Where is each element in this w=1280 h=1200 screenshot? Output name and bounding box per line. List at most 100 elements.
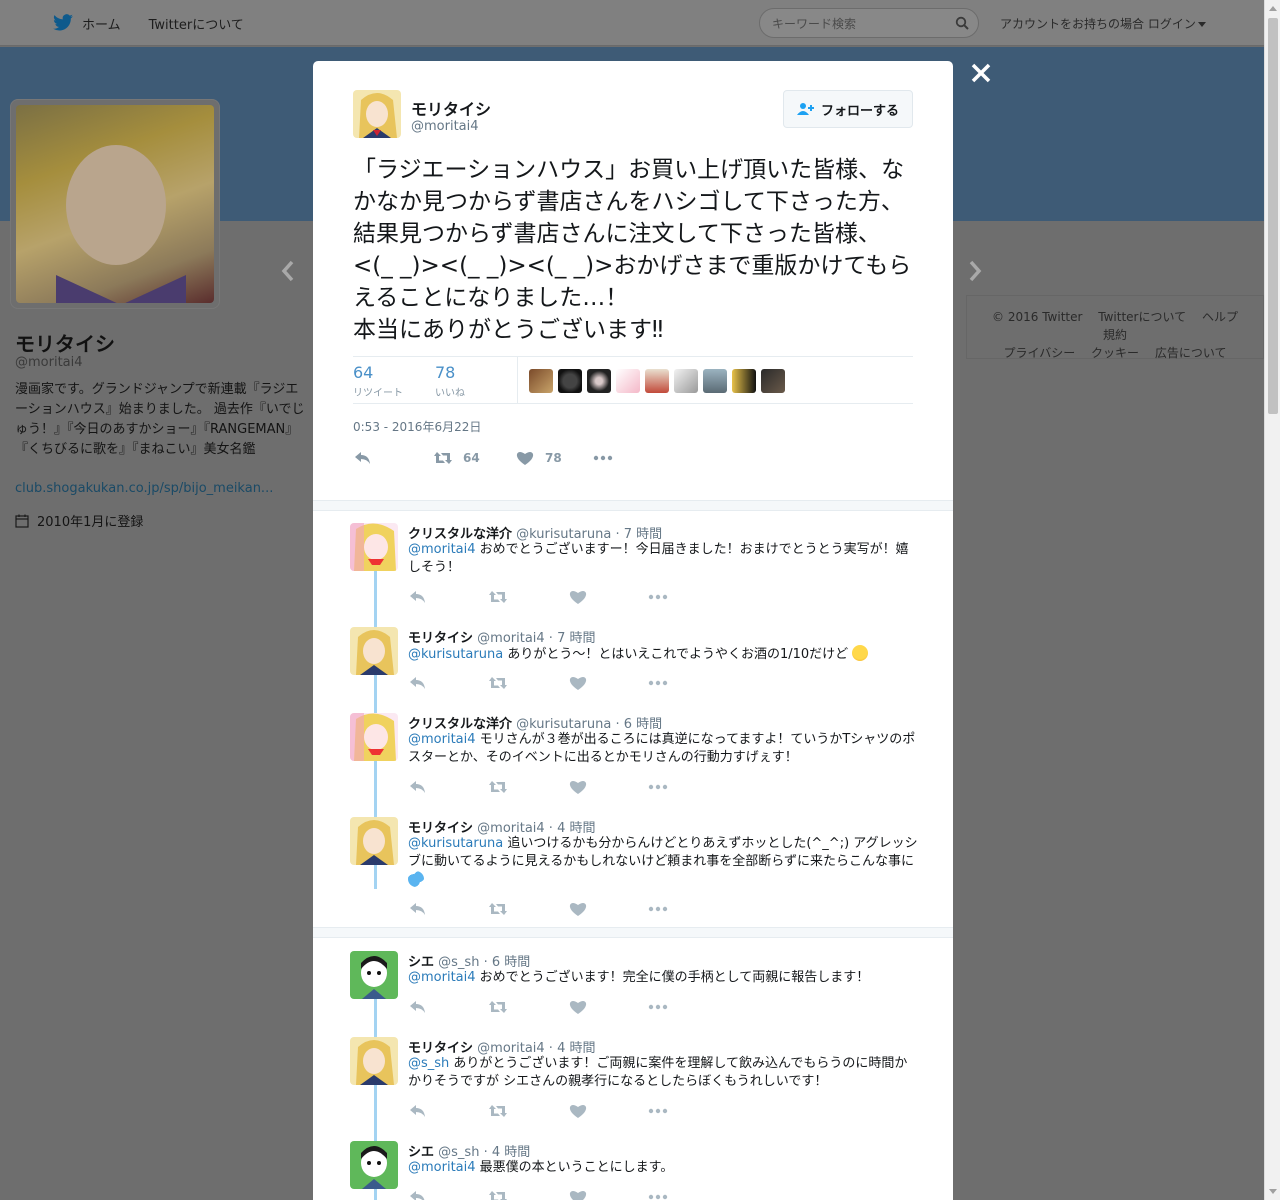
reply-icon[interactable] xyxy=(408,588,428,606)
heart-icon[interactable] xyxy=(568,674,588,692)
reply-button[interactable] xyxy=(353,449,383,467)
liker-avatar[interactable] xyxy=(529,369,553,393)
retweet-icon[interactable] xyxy=(488,778,508,796)
more-icon[interactable] xyxy=(648,778,668,796)
retweet-icon[interactable] xyxy=(488,900,508,918)
footer-help-link[interactable]: ヘルプ xyxy=(1202,310,1238,324)
footer-cookies-link[interactable]: クッキー xyxy=(1091,346,1139,360)
reply-meta[interactable]: @kurisutaruna · 6 時間 xyxy=(516,717,662,732)
reply-author-name[interactable]: モリタイシ xyxy=(408,821,473,836)
reply-icon[interactable] xyxy=(408,900,428,918)
retweet-icon[interactable] xyxy=(488,588,508,606)
author-avatar[interactable] xyxy=(353,90,401,138)
scrollbar-thumb[interactable] xyxy=(1268,18,1278,414)
login-dropdown[interactable]: アカウントをお持ちの場合 ログイン xyxy=(1000,15,1206,32)
reply-icon[interactable] xyxy=(408,778,428,796)
search-icon[interactable] xyxy=(955,16,969,30)
retweet-icon[interactable] xyxy=(488,674,508,692)
more-icon[interactable] xyxy=(648,900,668,918)
reply-icon[interactable] xyxy=(408,1102,428,1120)
more-icon[interactable] xyxy=(648,588,668,606)
search-input[interactable]: キーワード検索 xyxy=(759,8,979,38)
retweet-count-stat[interactable]: 64 リツイート xyxy=(353,363,403,399)
author-handle[interactable]: @moritai4 xyxy=(411,119,479,134)
retweet-icon[interactable] xyxy=(488,998,508,1016)
close-icon[interactable] xyxy=(968,60,994,86)
reply-icon[interactable] xyxy=(408,1188,428,1200)
reply-author-name[interactable]: クリスタルな洋介 xyxy=(408,527,512,542)
reply-meta[interactable]: @moritai4 · 4 時間 xyxy=(477,1041,595,1056)
tweet-timestamp[interactable]: 0:53 - 2016年6月22日 xyxy=(353,418,481,435)
retweet-button[interactable]: 64 xyxy=(433,449,480,467)
reply-mention[interactable]: @s_sh xyxy=(408,1056,449,1071)
reply-author-name[interactable]: シエ xyxy=(408,1145,434,1160)
more-icon[interactable] xyxy=(648,1102,668,1120)
liker-avatar[interactable] xyxy=(558,369,582,393)
footer-ads-link[interactable]: 広告について xyxy=(1155,346,1227,360)
more-button[interactable] xyxy=(593,449,623,467)
reply-meta[interactable]: @moritai4 · 4 時間 xyxy=(477,821,595,836)
more-icon[interactable] xyxy=(648,998,668,1016)
reply-mention[interactable]: @moritai4 xyxy=(408,1160,476,1175)
heart-icon[interactable] xyxy=(568,1188,588,1200)
reply-avatar[interactable] xyxy=(350,951,398,999)
reply-avatar[interactable] xyxy=(350,1141,398,1189)
reply-author-name[interactable]: クリスタルな洋介 xyxy=(408,717,512,732)
reply-mention[interactable]: @kurisutaruna xyxy=(408,647,503,662)
reply-avatar[interactable] xyxy=(350,817,398,865)
liker-avatar[interactable] xyxy=(645,369,669,393)
heart-icon[interactable] xyxy=(568,778,588,796)
reply-meta[interactable]: @moritai4 · 7 時間 xyxy=(477,631,595,646)
profile-name[interactable]: モリタイシ xyxy=(15,328,115,357)
reply-author-name[interactable]: モリタイシ xyxy=(408,631,473,646)
reply-mention[interactable]: @kurisutaruna xyxy=(408,836,503,851)
reply-icon[interactable] xyxy=(408,674,428,692)
previous-tweet-arrow-icon[interactable] xyxy=(278,258,298,284)
twitter-bird-icon[interactable] xyxy=(52,14,74,32)
profile-handle[interactable]: @moritai4 xyxy=(15,355,83,370)
liker-avatar[interactable] xyxy=(761,369,785,393)
liker-avatar[interactable] xyxy=(674,369,698,393)
reply-avatar[interactable] xyxy=(350,627,398,675)
heart-icon[interactable] xyxy=(568,1102,588,1120)
footer-terms-link[interactable]: 規約 xyxy=(1103,328,1127,342)
like-count-stat[interactable]: 78 いいね xyxy=(435,363,465,399)
heart-icon[interactable] xyxy=(568,998,588,1016)
page-scrollbar[interactable] xyxy=(1264,0,1280,1200)
reply-icon[interactable] xyxy=(408,998,428,1016)
reply-avatar[interactable] xyxy=(350,713,398,761)
scroll-down-arrow-icon[interactable] xyxy=(1269,1189,1277,1194)
retweet-icon[interactable] xyxy=(488,1102,508,1120)
reply-author-name[interactable]: シエ xyxy=(408,955,434,970)
next-tweet-arrow-icon[interactable] xyxy=(965,258,985,284)
nav-home-link[interactable]: ホーム xyxy=(82,14,121,33)
more-icon[interactable] xyxy=(648,1188,668,1200)
reply-text: @moritai4 おめでとうございますー！今日届きました！おまけでとうとう実写… xyxy=(408,541,918,577)
liker-avatar[interactable] xyxy=(616,369,640,393)
reply-mention[interactable]: @moritai4 xyxy=(408,970,476,985)
liker-avatar[interactable] xyxy=(732,369,756,393)
reply-meta[interactable]: @kurisutaruna · 7 時間 xyxy=(516,527,662,542)
reply-avatar[interactable] xyxy=(350,523,398,571)
reply-mention[interactable]: @moritai4 xyxy=(408,542,476,557)
heart-icon[interactable] xyxy=(568,588,588,606)
like-button[interactable]: 78 xyxy=(515,449,562,467)
reply-meta[interactable]: @s_sh · 4 時間 xyxy=(438,1145,530,1160)
reply-avatar[interactable] xyxy=(350,1037,398,1085)
follow-button[interactable]: フォローする xyxy=(783,90,913,128)
profile-avatar[interactable] xyxy=(10,99,220,309)
reply-author-name[interactable]: モリタイシ xyxy=(408,1041,473,1056)
liker-avatar[interactable] xyxy=(587,369,611,393)
nav-about-link[interactable]: Twitterについて xyxy=(149,14,244,33)
retweet-icon[interactable] xyxy=(488,1188,508,1200)
scroll-up-arrow-icon[interactable] xyxy=(1269,6,1277,11)
liker-avatar[interactable] xyxy=(703,369,727,393)
footer-privacy-link[interactable]: プライバシー xyxy=(1003,346,1075,360)
reply-mention[interactable]: @moritai4 xyxy=(408,732,476,747)
more-icon[interactable] xyxy=(648,674,668,692)
reply-meta[interactable]: @s_sh · 6 時間 xyxy=(438,955,530,970)
heart-icon[interactable] xyxy=(568,900,588,918)
footer-about-link[interactable]: Twitterについて xyxy=(1098,310,1186,324)
profile-website-link[interactable]: club.shogakukan.co.jp/sp/bijo_meikan... xyxy=(15,481,273,496)
author-name[interactable]: モリタイシ xyxy=(411,96,491,120)
